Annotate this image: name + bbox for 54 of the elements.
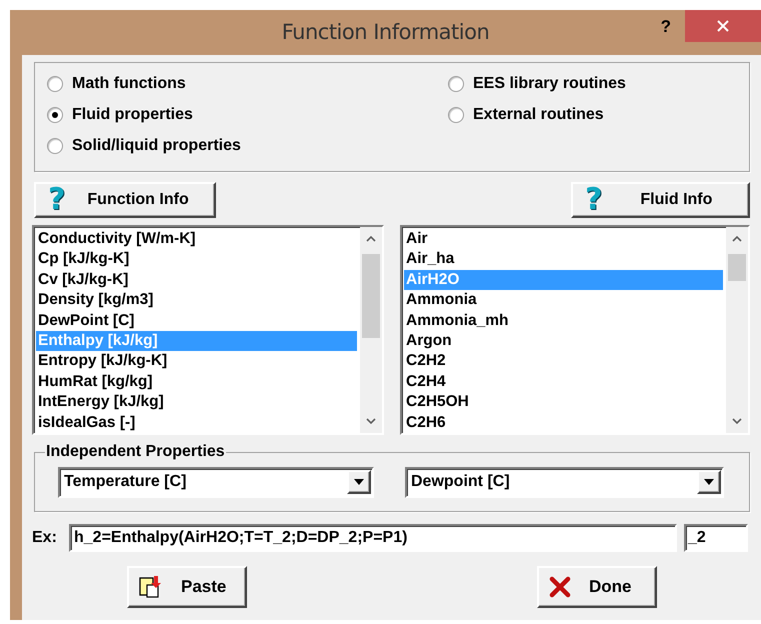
dropdown-arrow-icon [354,479,364,485]
scroll-up-icon [732,235,742,242]
list-item[interactable]: Entropy [kJ/kg-K] [36,351,357,372]
window-title: Function Information [282,18,490,46]
radio-button[interactable] [448,76,464,92]
close-button[interactable] [685,10,761,42]
radio-label: Solid/liquid properties [72,136,241,156]
example-field[interactable]: h_2=Enthalpy(AirH2O;T=T_2;D=DP_2;P=P1) [69,524,677,552]
list-item[interactable]: Air_ha [404,249,723,270]
scrollbar[interactable] [726,227,748,433]
list-item[interactable]: C2H2 [404,351,723,372]
list-item[interactable]: C2H4 [404,372,723,392]
suffix-field[interactable]: _2 [684,524,748,552]
list-item[interactable]: HumRat [kg/kg] [36,372,357,392]
radio-button[interactable] [47,76,63,92]
scroll-down-icon [732,418,742,425]
dropdown[interactable]: Temperature [C] [58,466,374,498]
list-item[interactable]: isIdealGas [-] [36,412,357,434]
list-item[interactable]: Cp [kJ/kg-K] [36,249,357,270]
list-item[interactable]: Ammonia_mh [404,310,723,332]
cross-icon [549,576,571,598]
list-item[interactable]: Argon [404,331,723,352]
scroll-thumb[interactable] [728,254,746,281]
radio-label: Math functions [72,74,186,94]
list-item[interactable]: Ammonia [404,290,723,311]
radio-button[interactable] [448,106,464,122]
radio-button[interactable] [47,138,63,154]
scroll-down-icon [366,418,376,425]
close-icon [717,20,729,32]
scroll-up-icon [366,235,376,242]
list-item[interactable]: Air [404,229,723,250]
info-button[interactable]: ? Fluid Info [571,182,750,218]
group-title: Independent Properties [45,442,226,462]
radio-button[interactable] [47,106,63,122]
list-item[interactable]: C2H5OH [404,392,723,413]
radio-label: EES library routines [473,74,626,94]
scroll-thumb[interactable] [362,254,380,338]
example-label: Ex: [32,528,58,548]
radio-label: External routines [473,104,604,124]
info-button[interactable]: ? Function Info [34,182,216,218]
list-item[interactable]: Conductivity [W/m-K] [36,229,357,250]
list-item[interactable]: Cv [kJ/kg-K] [36,270,357,290]
paste-button[interactable]: Paste [127,566,247,608]
radio-label: Fluid properties [72,104,193,124]
dropdown[interactable]: Dewpoint [C] [405,466,724,498]
scrollbar[interactable] [360,227,382,433]
list-item[interactable]: DewPoint [C] [36,310,357,332]
list-item[interactable]: Density [kg/m3] [36,290,357,311]
done-button[interactable]: Done [537,566,657,608]
dropdown-arrow-icon [704,479,714,485]
clipboard-icon [139,575,163,599]
list-item[interactable]: C2H6 [404,412,723,434]
list-item[interactable]: IntEnergy [kJ/kg] [36,392,357,413]
help-button[interactable]: ? [660,14,671,40]
